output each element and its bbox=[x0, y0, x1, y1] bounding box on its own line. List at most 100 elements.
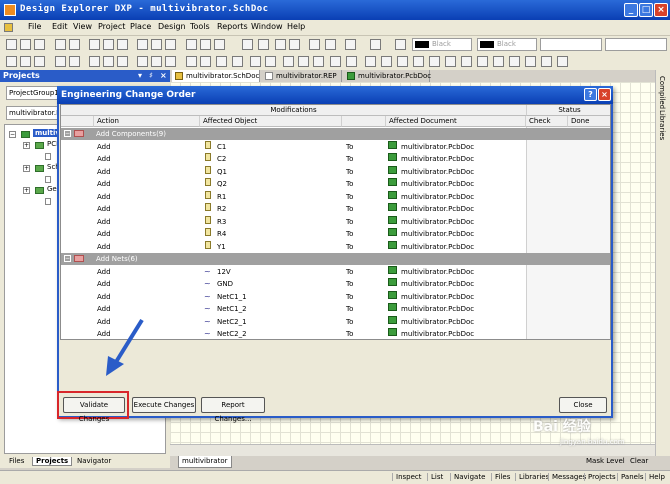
print-preview-icon[interactable] bbox=[69, 39, 80, 50]
maximize-button[interactable]: □ bbox=[639, 3, 653, 17]
line-tool-icon[interactable] bbox=[330, 56, 341, 67]
zoom-out-icon[interactable] bbox=[103, 39, 114, 50]
vcc-icon[interactable] bbox=[250, 56, 261, 67]
directive-icon[interactable] bbox=[216, 56, 227, 67]
copy-icon[interactable] bbox=[151, 39, 162, 50]
round-rect-icon[interactable] bbox=[493, 56, 504, 67]
table-row[interactable]: Add R1 To multivibrator.PcbDoc bbox=[61, 190, 610, 204]
menu-reports[interactable]: Reports bbox=[217, 22, 248, 31]
compile-icon[interactable] bbox=[258, 39, 269, 50]
table-row[interactable]: Add Q1 To multivibrator.PcbDoc bbox=[61, 165, 610, 179]
redo-icon[interactable] bbox=[289, 39, 300, 50]
cross-probe-icon[interactable] bbox=[242, 39, 253, 50]
wire-tool-icon[interactable] bbox=[6, 56, 17, 67]
table-row[interactable]: Add Q2 To multivibrator.PcbDoc bbox=[61, 178, 610, 191]
tab-navigator[interactable]: Navigator bbox=[74, 457, 114, 465]
pie-icon[interactable] bbox=[525, 56, 536, 67]
dialog-close-icon[interactable]: × bbox=[598, 88, 611, 101]
open-icon[interactable] bbox=[20, 39, 31, 50]
tab-libraries[interactable]: Libraries bbox=[658, 110, 666, 140]
font-combo[interactable] bbox=[540, 38, 602, 51]
ground-icon[interactable] bbox=[69, 56, 80, 67]
net-label-icon[interactable] bbox=[34, 56, 45, 67]
polygon-icon[interactable] bbox=[429, 56, 440, 67]
menu-help[interactable]: Help bbox=[287, 22, 305, 31]
line-color-combo[interactable]: Black bbox=[412, 38, 472, 51]
column-header-affected-document[interactable]: Affected Document bbox=[386, 116, 526, 127]
table-row[interactable]: Add ~ GND To multivibrator.PcbDoc bbox=[61, 278, 610, 291]
bezier-icon[interactable] bbox=[413, 56, 424, 67]
tree-expand-icon[interactable]: + bbox=[23, 187, 30, 194]
project-group-field[interactable]: ProjectGroup1 bbox=[6, 86, 61, 100]
zoom-in-icon[interactable] bbox=[89, 39, 100, 50]
tab-files[interactable]: Files bbox=[6, 457, 27, 465]
status-inspect[interactable]: Inspect bbox=[392, 473, 422, 481]
status-panels[interactable]: Panels bbox=[617, 473, 644, 481]
grid-icon[interactable] bbox=[370, 39, 381, 50]
column-header-done[interactable]: Done bbox=[568, 116, 610, 127]
net-icon[interactable] bbox=[232, 56, 243, 67]
table-row[interactable]: Add R3 To multivibrator.PcbDoc bbox=[61, 215, 610, 229]
part-icon[interactable] bbox=[89, 56, 100, 67]
filter-icon[interactable] bbox=[345, 39, 356, 50]
hier-sheet-icon[interactable] bbox=[298, 56, 309, 67]
mask-level-button[interactable]: Mask Level bbox=[586, 457, 625, 465]
status-list[interactable]: List bbox=[427, 473, 443, 481]
menu-file[interactable]: File bbox=[28, 22, 41, 31]
status-projects[interactable]: Projects bbox=[584, 473, 616, 481]
rect-shape-icon[interactable] bbox=[477, 56, 488, 67]
column-header-check[interactable]: Check bbox=[526, 116, 568, 127]
text-tool-icon[interactable] bbox=[365, 56, 376, 67]
column-header-action[interactable]: Action bbox=[94, 116, 200, 127]
table-row[interactable]: Add ~12V To multivibrator.PcbDoc bbox=[61, 265, 610, 279]
minimize-button[interactable]: _ bbox=[624, 3, 638, 17]
project-field[interactable]: multivibrator.Pr bbox=[6, 106, 61, 120]
move-icon[interactable] bbox=[200, 39, 211, 50]
print-icon[interactable] bbox=[55, 39, 66, 50]
image-icon[interactable] bbox=[461, 56, 472, 67]
group-row-nets[interactable]: − Add Nets(6) bbox=[61, 253, 610, 265]
hierarchy-icon[interactable] bbox=[309, 39, 320, 50]
table-row[interactable]: Add C2 To multivibrator.PcbDoc bbox=[61, 153, 610, 166]
cut-icon[interactable] bbox=[137, 39, 148, 50]
new-icon[interactable] bbox=[6, 39, 17, 50]
status-libraries[interactable]: Libraries bbox=[515, 473, 549, 481]
tab-compiled[interactable]: Compiled bbox=[658, 76, 666, 109]
menu-window[interactable]: Window bbox=[251, 22, 283, 31]
panel-menu-icon[interactable]: ▾ bbox=[138, 70, 142, 82]
menu-project[interactable]: Project bbox=[98, 22, 125, 31]
tree-expand-icon[interactable]: − bbox=[9, 131, 16, 138]
group-collapse-icon[interactable]: − bbox=[64, 255, 71, 262]
table-row[interactable]: Add Y1 To multivibrator.PcbDoc bbox=[61, 240, 610, 254]
paste-icon[interactable] bbox=[165, 39, 176, 50]
tree-expand-icon[interactable]: + bbox=[23, 142, 30, 149]
ellipse-icon[interactable] bbox=[509, 56, 520, 67]
close-window-button[interactable]: × bbox=[654, 3, 668, 17]
deselect-icon[interactable] bbox=[214, 39, 225, 50]
polyline-icon[interactable] bbox=[381, 56, 392, 67]
save-icon[interactable] bbox=[34, 39, 45, 50]
panel-close-icon[interactable]: × bbox=[160, 70, 167, 82]
place-part-icon[interactable] bbox=[265, 56, 276, 67]
size-combo[interactable] bbox=[605, 38, 667, 51]
table-row[interactable]: Add ~ NetC1_2 To multivibrator.PcbDoc bbox=[61, 303, 610, 316]
table-row[interactable]: Add ~ NetC1_1 To multivibrator.PcbDoc bbox=[61, 290, 610, 304]
tab-pcbdoc[interactable]: multivibrator.PcbDoc bbox=[344, 70, 431, 82]
select-icon[interactable] bbox=[186, 39, 197, 50]
menu-edit[interactable]: Edit bbox=[52, 22, 68, 31]
group-row-components[interactable]: − Add Components(9) bbox=[61, 128, 610, 140]
off-sheet-icon[interactable] bbox=[346, 56, 357, 67]
junction-icon[interactable] bbox=[165, 56, 176, 67]
tab-report[interactable]: multivibrator.REP bbox=[262, 70, 342, 82]
validate-changes-button[interactable]: Validate Changes bbox=[63, 397, 125, 423]
text-frame-icon[interactable] bbox=[445, 56, 456, 67]
array-icon[interactable] bbox=[541, 56, 552, 67]
menu-design[interactable]: Design bbox=[158, 22, 186, 31]
status-messages[interactable]: Messages bbox=[548, 473, 586, 481]
port-icon[interactable] bbox=[137, 56, 148, 67]
bus-entry-icon[interactable] bbox=[186, 56, 197, 67]
report-changes-button[interactable]: Report Changes... bbox=[201, 397, 265, 423]
status-navigate[interactable]: Navigate bbox=[450, 473, 485, 481]
sheet-entry-icon[interactable] bbox=[117, 56, 128, 67]
fill-color-combo[interactable]: Black bbox=[477, 38, 537, 51]
